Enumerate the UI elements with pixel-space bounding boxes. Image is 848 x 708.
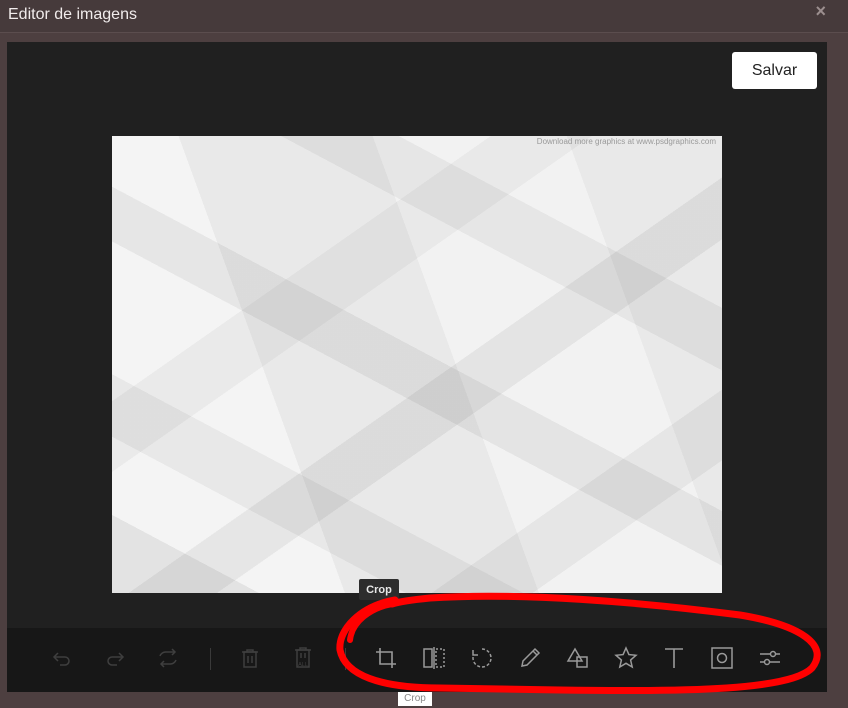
redo-icon[interactable] [99, 642, 131, 674]
toolbar-divider [345, 648, 346, 670]
close-icon[interactable]: × [815, 1, 826, 22]
undo-icon[interactable] [46, 642, 78, 674]
filter-icon[interactable] [754, 642, 786, 674]
dialog-titlebar: Editor de imagens × [0, 0, 848, 33]
image-canvas[interactable]: Download more graphics at www.psdgraphic… [112, 136, 722, 593]
editor-panel: Salvar Download more graphics at www.psd… [7, 42, 827, 692]
editor-toolbar: ALL [7, 628, 827, 692]
svg-text:ALL: ALL [298, 662, 308, 668]
flip-icon[interactable] [418, 642, 450, 674]
star-icon[interactable] [610, 642, 642, 674]
toolbar-divider [210, 648, 211, 670]
crop-tooltip-shadow: Crop [398, 692, 432, 706]
rotate-icon[interactable] [466, 642, 498, 674]
shape-icon[interactable] [562, 642, 594, 674]
delete-all-icon[interactable]: ALL [287, 642, 319, 674]
save-button[interactable]: Salvar [732, 52, 817, 89]
reset-icon[interactable] [152, 642, 184, 674]
crop-icon[interactable] [370, 642, 402, 674]
mask-icon[interactable] [706, 642, 738, 674]
draw-icon[interactable] [514, 642, 546, 674]
delete-icon[interactable] [234, 642, 266, 674]
dialog-title: Editor de imagens [8, 6, 137, 23]
image-watermark: Download more graphics at www.psdgraphic… [536, 137, 716, 146]
text-icon[interactable] [658, 642, 690, 674]
crop-tooltip: Crop [359, 579, 399, 600]
